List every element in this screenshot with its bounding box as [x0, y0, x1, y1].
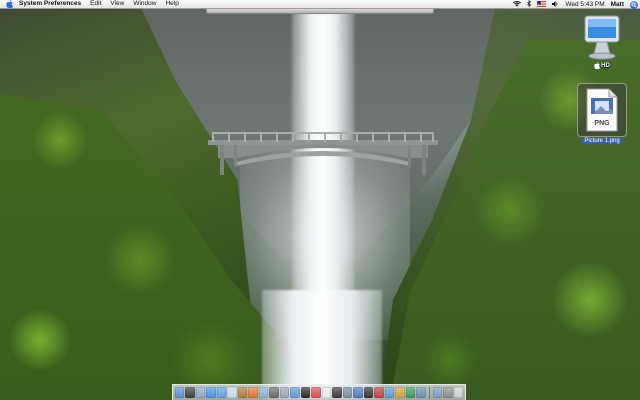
- hard-drive-icon: [584, 15, 620, 60]
- hd-label-row: HD: [594, 62, 610, 69]
- dock-item-textedit[interactable]: [321, 387, 332, 398]
- volume-icon[interactable]: [552, 0, 559, 9]
- wifi-icon[interactable]: [513, 0, 522, 9]
- menu-window[interactable]: Window: [133, 0, 156, 8]
- dock-item-activity-monitor[interactable]: [342, 387, 353, 398]
- stone-bridge: [208, 132, 438, 175]
- picture-label: Picture 1.png: [581, 138, 623, 144]
- dock-item-trash[interactable]: [453, 387, 464, 398]
- dock-item-pages[interactable]: [395, 387, 405, 398]
- menu-help[interactable]: Help: [165, 0, 178, 8]
- bluetooth-icon[interactable]: [527, 0, 532, 9]
- dock-item-address-book[interactable]: [237, 387, 248, 398]
- dock-item-applications[interactable]: [443, 387, 453, 398]
- dock-item-mail[interactable]: [195, 387, 206, 398]
- hd-label: HD: [601, 62, 610, 69]
- dock: [172, 384, 466, 400]
- dock-item-downloads[interactable]: [432, 387, 443, 398]
- desktop-icon-picture[interactable]: PNG Picture 1.png: [572, 83, 632, 144]
- png-badge: PNG: [594, 120, 610, 127]
- menu-bar: System Preferences Edit View Window Help…: [0, 0, 640, 9]
- dock-separator: [428, 386, 430, 399]
- dock-item-iphoto[interactable]: [258, 387, 269, 398]
- dock-item-ical[interactable]: [311, 387, 321, 398]
- menu-edit[interactable]: Edit: [90, 0, 101, 8]
- window-title-edge[interactable]: [206, 9, 434, 14]
- dock-item-system-preferences[interactable]: [279, 387, 290, 398]
- menubar-clock[interactable]: Wed 5:43 PM: [565, 1, 604, 9]
- dock-item-firefox[interactable]: [248, 387, 258, 398]
- dock-item-finder[interactable]: [174, 387, 185, 398]
- flag-us-icon[interactable]: [537, 0, 547, 9]
- dock-item-numbers[interactable]: [405, 387, 416, 398]
- status-area: Wed 5:43 PM Matt: [513, 0, 640, 9]
- png-file-icon: PNG: [586, 88, 618, 132]
- dock-item-terminal[interactable]: [300, 387, 311, 398]
- dock-item-garageband[interactable]: [269, 387, 279, 398]
- dock-item-dashboard[interactable]: [185, 387, 195, 398]
- dock-item-keynote[interactable]: [384, 387, 395, 398]
- dock-item-ichat[interactable]: [227, 387, 237, 398]
- menu-app-name[interactable]: System Preferences: [19, 0, 81, 8]
- dock-item-safari[interactable]: [206, 387, 216, 398]
- dock-item-xcode[interactable]: [416, 387, 426, 398]
- spotlight-icon[interactable]: [630, 0, 638, 9]
- dock-item-photo-booth[interactable]: [332, 387, 342, 398]
- dock-item-preview[interactable]: [290, 387, 300, 398]
- selection-highlight: PNG: [577, 83, 627, 137]
- desktop-wallpaper: [0, 0, 640, 400]
- dock-item-quicktime[interactable]: [353, 387, 363, 398]
- apple-menu-icon[interactable]: [5, 0, 13, 8]
- apple-logo-icon: [594, 62, 601, 69]
- dock-item-dvd-player[interactable]: [363, 387, 374, 398]
- menu-view[interactable]: View: [110, 0, 124, 8]
- dock-item-app-store[interactable]: [374, 387, 384, 398]
- fast-user-switch[interactable]: Matt: [611, 1, 624, 9]
- dock-item-itunes[interactable]: [216, 387, 227, 398]
- desktop-icon-hd[interactable]: HD: [575, 14, 629, 69]
